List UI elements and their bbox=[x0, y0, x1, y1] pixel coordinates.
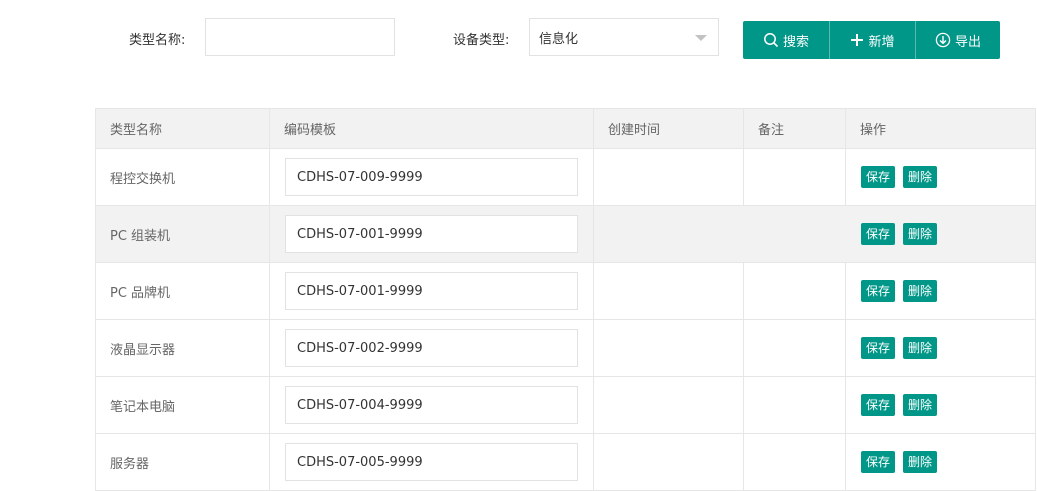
cell-note bbox=[743, 262, 846, 320]
code-template-input[interactable]: CDHS-07-001-9999 bbox=[285, 272, 578, 310]
cell-note bbox=[743, 148, 846, 206]
export-button[interactable]: 导出 bbox=[915, 21, 1000, 59]
table-row: 液晶显示器 CDHS-07-002-9999 保存 删除 bbox=[95, 319, 1036, 377]
cell-created-time bbox=[593, 262, 744, 320]
toolbar: 搜索 新增 导出 bbox=[743, 21, 1000, 59]
cell-actions: 保存 删除 bbox=[845, 205, 1036, 263]
cell-actions: 保存 删除 bbox=[845, 319, 1036, 377]
cell-note bbox=[743, 376, 846, 434]
search-button-label: 搜索 bbox=[782, 34, 809, 50]
device-type-select[interactable]: 信息化 bbox=[529, 18, 719, 56]
delete-button[interactable]: 删除 bbox=[903, 337, 938, 359]
cell-created-time bbox=[593, 376, 744, 434]
download-icon bbox=[935, 32, 951, 48]
device-type-label: 设备类型: bbox=[453, 33, 510, 48]
cell-actions: 保存 删除 bbox=[845, 433, 1036, 491]
cell-actions: 保存 删除 bbox=[845, 262, 1036, 320]
header-actions: 操作 bbox=[845, 108, 1036, 149]
cell-actions: 保存 删除 bbox=[845, 376, 1036, 434]
table-row: PC 品牌机 CDHS-07-001-9999 保存 删除 bbox=[95, 262, 1036, 320]
save-button[interactable]: 保存 bbox=[861, 337, 896, 359]
save-button[interactable]: 保存 bbox=[861, 280, 896, 302]
header-type-name: 类型名称 bbox=[95, 108, 270, 149]
cell-type-name: PC 品牌机 bbox=[95, 262, 270, 320]
table-row: 服务器 CDHS-07-005-9999 保存 删除 bbox=[95, 433, 1036, 491]
cell-note bbox=[743, 433, 846, 491]
delete-button[interactable]: 删除 bbox=[903, 394, 938, 416]
search-icon bbox=[764, 33, 779, 48]
table-row: 笔记本电脑 CDHS-07-004-9999 保存 删除 bbox=[95, 376, 1036, 434]
cell-code-template: CDHS-07-002-9999 bbox=[269, 319, 594, 377]
code-template-input[interactable]: CDHS-07-004-9999 bbox=[285, 386, 578, 424]
delete-button[interactable]: 删除 bbox=[903, 223, 938, 245]
cell-code-template: CDHS-07-009-9999 bbox=[269, 148, 594, 206]
export-button-label: 导出 bbox=[954, 34, 981, 50]
cell-type-name: 服务器 bbox=[95, 433, 270, 491]
cell-type-name: 程控交换机 bbox=[95, 148, 270, 206]
delete-button[interactable]: 删除 bbox=[903, 166, 938, 188]
cell-created-time bbox=[593, 148, 744, 206]
delete-button[interactable]: 删除 bbox=[903, 280, 938, 302]
save-button[interactable]: 保存 bbox=[861, 166, 896, 188]
cell-actions: 保存 删除 bbox=[845, 148, 1036, 206]
type-name-input[interactable] bbox=[205, 18, 395, 56]
header-created-time: 创建时间 bbox=[593, 108, 744, 149]
cell-type-name: 笔记本电脑 bbox=[95, 376, 270, 434]
table-row: PC 组装机 CDHS-07-001-9999 保存 删除 bbox=[95, 205, 1036, 263]
type-name-label: 类型名称: bbox=[129, 33, 186, 48]
cell-code-template: CDHS-07-004-9999 bbox=[269, 376, 594, 434]
device-type-value: 信息化 bbox=[539, 31, 579, 47]
cell-code-template: CDHS-07-001-9999 bbox=[269, 205, 594, 263]
code-template-input[interactable]: CDHS-07-002-9999 bbox=[285, 329, 578, 367]
plus-icon bbox=[851, 34, 864, 46]
delete-button[interactable]: 删除 bbox=[903, 451, 938, 473]
cell-type-name: 液晶显示器 bbox=[95, 319, 270, 377]
cell-code-template: CDHS-07-005-9999 bbox=[269, 433, 594, 491]
code-template-input[interactable]: CDHS-07-005-9999 bbox=[285, 443, 578, 481]
cell-code-template: CDHS-07-001-9999 bbox=[269, 262, 594, 320]
cell-type-name: PC 组装机 bbox=[95, 205, 270, 263]
code-template-input[interactable]: CDHS-07-001-9999 bbox=[285, 215, 578, 253]
header-note: 备注 bbox=[743, 108, 846, 149]
cell-created-time bbox=[593, 319, 744, 377]
save-button[interactable]: 保存 bbox=[861, 223, 896, 245]
cell-note bbox=[743, 205, 846, 263]
table-row: 程控交换机 CDHS-07-009-9999 保存 删除 bbox=[95, 148, 1036, 206]
add-button-label: 新增 bbox=[868, 34, 895, 50]
chevron-down-icon bbox=[695, 35, 707, 41]
search-button[interactable]: 搜索 bbox=[743, 21, 829, 59]
cell-created-time bbox=[593, 205, 744, 263]
code-template-input[interactable]: CDHS-07-009-9999 bbox=[285, 158, 578, 196]
header-code-template: 编码模板 bbox=[269, 108, 594, 149]
add-button[interactable]: 新增 bbox=[829, 21, 915, 59]
save-button[interactable]: 保存 bbox=[861, 394, 896, 416]
save-button[interactable]: 保存 bbox=[861, 451, 896, 473]
device-type-table: 类型名称 编码模板 创建时间 备注 操作 程控交换机 CDHS-07-009-9… bbox=[95, 108, 1036, 491]
cell-created-time bbox=[593, 433, 744, 491]
table-header-row: 类型名称 编码模板 创建时间 备注 操作 bbox=[95, 108, 1036, 149]
cell-note bbox=[743, 319, 846, 377]
